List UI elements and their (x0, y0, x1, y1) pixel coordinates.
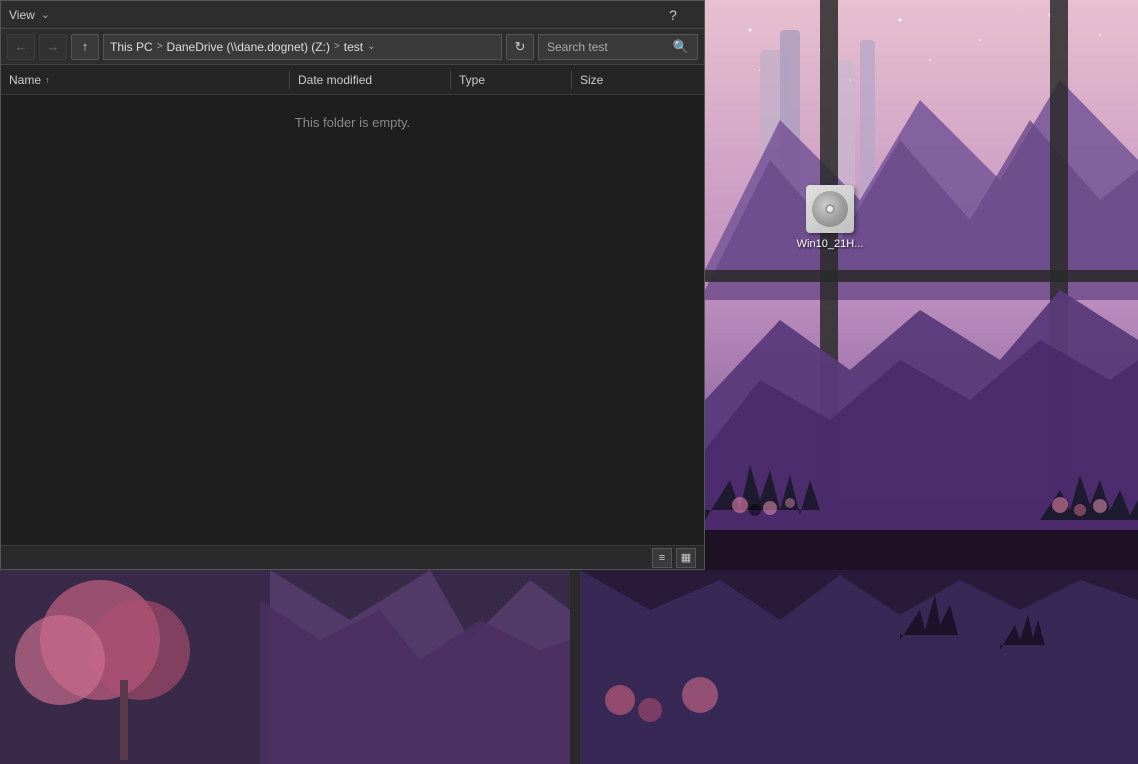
col-header-type[interactable]: Type (451, 73, 571, 87)
back-button[interactable]: ← (7, 34, 35, 60)
col-header-name[interactable]: Name ↑ (9, 73, 289, 87)
title-bar-text: View (9, 8, 35, 22)
view-details-icon[interactable]: ≡ (652, 548, 672, 568)
title-bar-left: View ⌄ (9, 8, 50, 22)
col-header-date[interactable]: Date modified (290, 73, 450, 87)
explorer-window: View ⌄ ? ← → ↑ This PC > DaneDrive (\\da… (0, 0, 705, 570)
disc-icon (812, 191, 848, 227)
desktop-icon-win10[interactable]: Win10_21H... (790, 185, 870, 251)
empty-folder-message: This folder is empty. (295, 115, 410, 130)
forward-button[interactable]: → (39, 34, 67, 60)
column-headers: Name ↑ Date modified Type Size (1, 65, 704, 95)
status-bar: ≡ ▦ (1, 545, 704, 569)
breadcrumb-chevron[interactable]: ⌄ (367, 41, 375, 52)
help-button[interactable]: ? (650, 1, 696, 29)
refresh-button[interactable]: ↻ (506, 34, 534, 60)
file-list: This folder is empty. (1, 95, 704, 545)
breadcrumb-this-pc[interactable]: This PC (110, 40, 153, 54)
icon-image (806, 185, 854, 233)
breadcrumb-sep2: > (334, 41, 340, 52)
breadcrumb: This PC > DaneDrive (\\dane.dognet) (Z:)… (103, 34, 502, 60)
search-text: Search test (547, 40, 608, 54)
breadcrumb-sep1: > (157, 41, 163, 52)
search-bar[interactable]: Search test 🔍 (538, 34, 698, 60)
title-bar-controls: ? (650, 1, 696, 29)
breadcrumb-folder[interactable]: test (344, 40, 363, 54)
toolbar-area: ← → ↑ This PC > DaneDrive (\\dane.dognet… (1, 29, 704, 65)
up-button[interactable]: ↑ (71, 34, 99, 60)
breadcrumb-danedrive[interactable]: DaneDrive (\\dane.dognet) (Z:) (167, 40, 330, 54)
disc-center (825, 204, 835, 214)
view-tiles-icon[interactable]: ▦ (676, 548, 696, 568)
chevron-icon[interactable]: ⌄ (41, 8, 50, 21)
col-header-size[interactable]: Size (572, 73, 652, 87)
icon-label: Win10_21H... (797, 237, 864, 251)
sort-indicator: ↑ (45, 75, 50, 85)
search-icon[interactable]: 🔍 (673, 39, 689, 55)
title-bar: View ⌄ ? (1, 1, 704, 29)
